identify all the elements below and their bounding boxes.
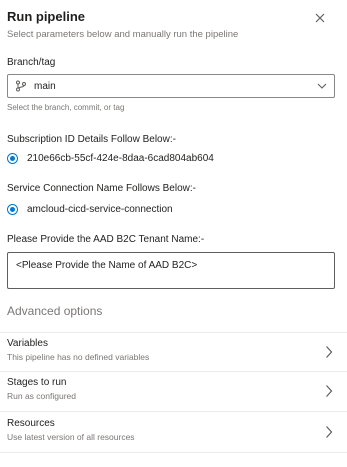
tenant-name-field[interactable]: <Please Provide the Name of AAD B2C> <box>7 252 335 289</box>
radio-selected-dot <box>10 156 15 161</box>
subscription-radio-option[interactable]: 210e66cb-55cf-424e-8daa-6cad804ab604 <box>7 153 214 164</box>
tenant-label: Please Provide the AAD B2C Tenant Name:- <box>7 234 205 245</box>
branch-label: Branch/tag <box>7 57 56 68</box>
stages-to-run-row[interactable]: Stages to run Run as configured <box>0 372 347 412</box>
close-icon[interactable] <box>313 11 327 25</box>
subscription-label: Subscription ID Details Follow Below:- <box>7 134 176 145</box>
branch-hint: Select the branch, commit, or tag <box>7 103 125 112</box>
stages-to-run-description: Run as configured <box>7 391 76 401</box>
variables-label: Variables <box>7 338 48 349</box>
radio-button[interactable] <box>7 204 18 215</box>
stages-to-run-label: Stages to run <box>7 377 67 388</box>
resources-label: Resources <box>7 418 55 429</box>
variables-description: This pipeline has no defined variables <box>7 352 150 362</box>
radio-button[interactable] <box>7 153 18 164</box>
chevron-right-icon <box>326 385 333 397</box>
subscription-option-label: 210e66cb-55cf-424e-8daa-6cad804ab604 <box>27 153 214 164</box>
chevron-right-icon <box>326 346 333 358</box>
radio-selected-dot <box>10 207 15 212</box>
page-title: Run pipeline <box>7 9 85 24</box>
service-connection-radio-option[interactable]: amcloud-cicd-service-connection <box>7 204 173 215</box>
variables-row[interactable]: Variables This pipeline has no defined v… <box>0 332 347 372</box>
branch-value: main <box>34 80 56 92</box>
chevron-down-icon <box>317 83 327 89</box>
advanced-options-heading: Advanced options <box>7 304 103 318</box>
branch-dropdown[interactable]: main <box>7 74 335 98</box>
service-connection-option-label: amcloud-cicd-service-connection <box>27 204 173 215</box>
resources-row[interactable]: Resources Use latest version of all reso… <box>0 413 347 453</box>
branch-icon <box>16 80 26 92</box>
chevron-right-icon <box>326 426 333 438</box>
resources-description: Use latest version of all resources <box>7 432 135 442</box>
panel-header: Run pipeline Select parameters below and… <box>7 9 238 41</box>
service-connection-label: Service Connection Name Follows Below:- <box>7 183 196 194</box>
page-subtitle: Select parameters below and manually run… <box>7 29 239 40</box>
